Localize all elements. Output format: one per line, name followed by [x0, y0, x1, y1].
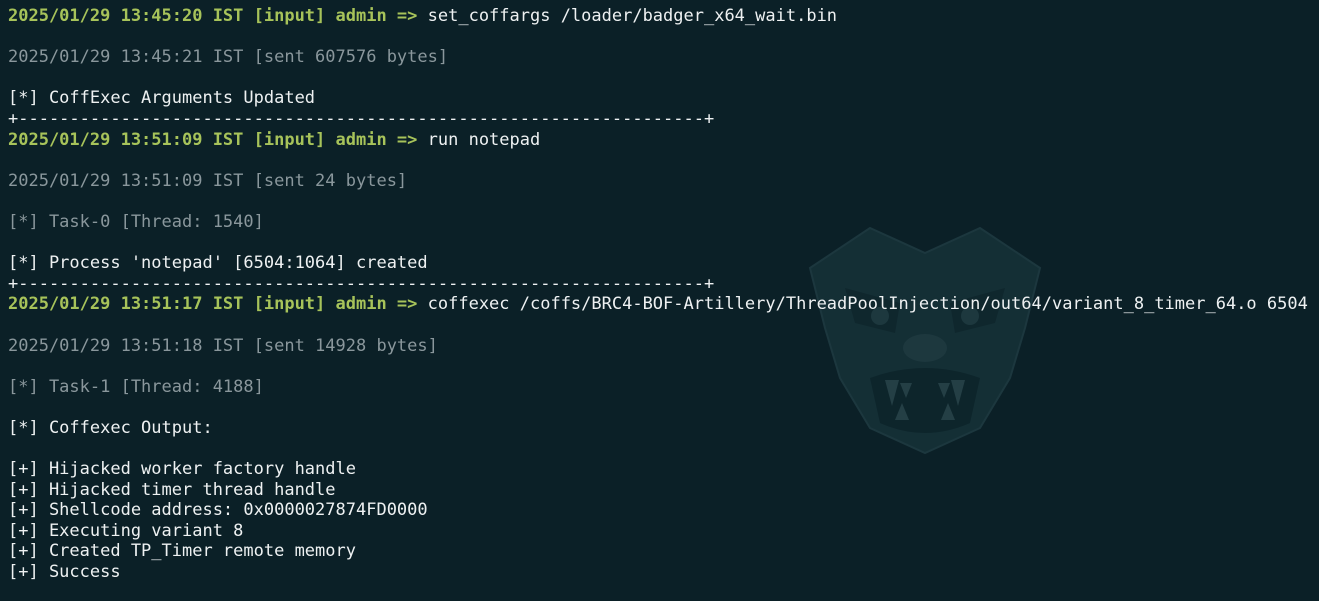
separator-line: +---------------------------------------… [8, 108, 715, 129]
task-line: [*] Task-0 [Thread: 1540] [8, 211, 264, 232]
command-text: set_coffargs /loader/badger_x64_wait.bin [417, 6, 838, 26]
output-line: [+] Shellcode address: 0x0000027874FD000… [8, 500, 428, 521]
output-line: [*] CoffExec Arguments Updated [8, 88, 316, 109]
prompt-prefix: 2025/01/29 13:51:17 IST [input] admin => [8, 294, 418, 315]
terminal-window[interactable]: 2025/01/29 13:45:20 IST [input] admin =>… [0, 0, 1319, 601]
output-line: [+] Success [8, 562, 121, 583]
output-line: [*] Process 'notepad' [6504:1064] create… [8, 253, 428, 274]
separator-line: +---------------------------------------… [8, 273, 715, 294]
output-line: [+] Hijacked timer thread handle [8, 479, 336, 500]
command-line: 2025/01/29 13:51:17 IST [input] admin =>… [8, 294, 1319, 315]
command-text: coffexec /coffs/BRC4-BOF-Artillery/Threa… [417, 294, 1308, 315]
sent-bytes-line: 2025/01/29 13:51:18 IST [sent 14928 byte… [8, 335, 438, 356]
sent-bytes-line: 2025/01/29 13:51:09 IST [sent 24 bytes] [8, 170, 408, 191]
command-line: 2025/01/29 13:45:20 IST [input] admin =>… [8, 6, 1319, 27]
prompt-prefix: 2025/01/29 13:45:20 IST [input] admin => [8, 6, 418, 26]
command-line: 2025/01/29 13:51:09 IST [input] admin =>… [8, 130, 1319, 151]
output-line: [+] Hijacked worker factory handle [8, 459, 356, 480]
prompt-prefix: 2025/01/29 13:51:09 IST [input] admin => [8, 129, 418, 150]
output-line: [*] Coffexec Output: [8, 417, 213, 438]
terminal-output: 2025/01/29 13:45:20 IST [input] admin =>… [8, 6, 1319, 583]
output-line: [+] Executing variant 8 [8, 520, 244, 541]
sent-bytes-line: 2025/01/29 13:45:21 IST [sent 607576 byt… [8, 47, 449, 68]
output-line: [+] Created TP_Timer remote memory [8, 541, 356, 562]
command-text: run notepad [417, 129, 541, 150]
task-line: [*] Task-1 [Thread: 4188] [8, 376, 264, 397]
